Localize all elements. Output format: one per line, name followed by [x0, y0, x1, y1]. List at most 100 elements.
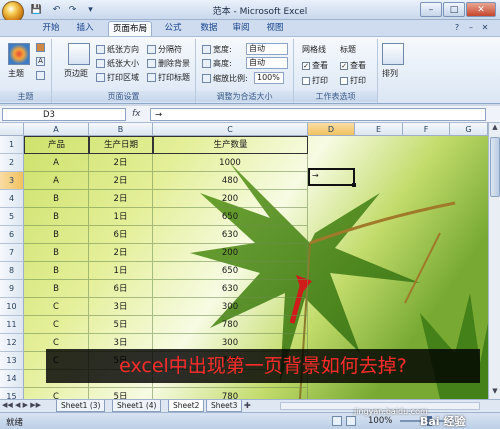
table-cell[interactable]: B: [24, 280, 89, 298]
scroll-down-icon[interactable]: ▼: [490, 387, 500, 397]
table-cell[interactable]: 3日: [89, 298, 153, 316]
table-cell[interactable]: C: [24, 388, 89, 399]
table-cell[interactable]: 200: [153, 190, 308, 208]
sheet-tab-3[interactable]: Sheet2: [168, 400, 205, 412]
fonts-icon[interactable]: A: [36, 57, 45, 66]
margins-icon[interactable]: [68, 43, 90, 65]
sheet-tab-1[interactable]: Sheet1 (3): [56, 400, 106, 412]
gridlines-print-checkbox[interactable]: 打印: [302, 74, 328, 87]
row-header-7[interactable]: 7: [0, 244, 24, 262]
height-select[interactable]: 自动: [246, 57, 288, 69]
scale-input[interactable]: 100%: [254, 72, 284, 84]
name-box[interactable]: D3: [2, 108, 126, 121]
normal-view-icon[interactable]: [332, 416, 342, 426]
table-cell[interactable]: B: [24, 208, 89, 226]
column-header-f[interactable]: F: [403, 123, 450, 136]
row-header-15[interactable]: 15: [0, 388, 24, 399]
undo-icon[interactable]: ↶: [50, 4, 63, 16]
column-header-d[interactable]: D: [308, 123, 355, 136]
table-cell[interactable]: 630: [153, 280, 308, 298]
arrange-icon[interactable]: [382, 43, 404, 65]
row-header-10[interactable]: 10: [0, 298, 24, 316]
close-button[interactable]: ✕: [466, 2, 496, 17]
new-sheet-icon[interactable]: ✚: [244, 401, 256, 411]
scroll-up-icon[interactable]: ▲: [490, 123, 500, 133]
row-header-4[interactable]: 4: [0, 190, 24, 208]
table-cell[interactable]: 300: [153, 298, 308, 316]
vertical-scrollbar[interactable]: ▲ ▼: [488, 123, 500, 399]
headings-print-checkbox[interactable]: 打印: [340, 74, 366, 87]
table-cell[interactable]: 1日: [89, 262, 153, 280]
headings-view-checkbox[interactable]: ✓ 查看: [340, 59, 366, 72]
row-header-13[interactable]: 13: [0, 352, 24, 370]
table-cell[interactable]: 630: [153, 226, 308, 244]
width-select[interactable]: 自动: [246, 43, 288, 55]
table-cell[interactable]: C: [24, 316, 89, 334]
page-layout-view-icon[interactable]: [346, 416, 356, 426]
tab-view[interactable]: 视图: [262, 21, 288, 36]
delete-background-button[interactable]: 删除背景: [147, 57, 190, 70]
row-header-3[interactable]: 3: [0, 172, 24, 190]
table-cell[interactable]: B: [24, 226, 89, 244]
orientation-button[interactable]: 纸张方向: [96, 43, 139, 56]
table-cell[interactable]: A: [24, 154, 89, 172]
table-cell[interactable]: 2日: [89, 190, 153, 208]
themes-button-label[interactable]: 主题: [8, 67, 24, 80]
table-cell[interactable]: 200: [153, 244, 308, 262]
table-cell[interactable]: 5日: [89, 388, 153, 399]
table-cell[interactable]: 2日: [89, 154, 153, 172]
fill-handle[interactable]: [352, 183, 356, 187]
row-header-11[interactable]: 11: [0, 316, 24, 334]
effects-icon[interactable]: [36, 71, 45, 80]
qat-more-icon[interactable]: ▾: [84, 4, 97, 16]
zoom-level[interactable]: 100%: [368, 416, 392, 426]
row-header-6[interactable]: 6: [0, 226, 24, 244]
formula-input[interactable]: →: [150, 108, 486, 121]
table-cell[interactable]: B: [24, 262, 89, 280]
table-cell[interactable]: 650: [153, 262, 308, 280]
row-header-8[interactable]: 8: [0, 262, 24, 280]
help-icon[interactable]: ?: [452, 23, 462, 33]
print-area-button[interactable]: 打印区域: [96, 71, 139, 84]
breaks-button[interactable]: 分隔符: [147, 43, 182, 56]
table-cell[interactable]: 480: [153, 172, 308, 190]
row-header-2[interactable]: 2: [0, 154, 24, 172]
row-header-1[interactable]: 1: [0, 136, 24, 154]
row-header-5[interactable]: 5: [0, 208, 24, 226]
table-cell[interactable]: C: [24, 298, 89, 316]
redo-icon[interactable]: ↷: [66, 4, 79, 16]
table-header-cell[interactable]: 生产数量: [153, 136, 308, 154]
fx-icon[interactable]: fx: [132, 109, 141, 119]
row-header-14[interactable]: 14: [0, 370, 24, 388]
doc-minimize-icon[interactable]: –: [466, 23, 476, 33]
column-header-a[interactable]: A: [24, 123, 89, 136]
table-cell[interactable]: 780: [153, 316, 308, 334]
table-header-cell[interactable]: 生产日期: [89, 136, 153, 154]
table-header-cell[interactable]: 产品: [24, 136, 89, 154]
table-cell[interactable]: 1日: [89, 208, 153, 226]
doc-close-icon[interactable]: ✕: [480, 23, 490, 33]
themes-icon[interactable]: [8, 43, 30, 65]
gridlines-view-checkbox[interactable]: ✓ 查看: [302, 59, 328, 72]
sheet-tab-4[interactable]: Sheet3: [206, 400, 243, 412]
sheet-nav-icons[interactable]: ◀◀ ◀ ▶ ▶▶: [2, 401, 52, 409]
column-header-e[interactable]: E: [355, 123, 403, 136]
margins-button[interactable]: 页边距: [64, 67, 88, 80]
row-header-12[interactable]: 12: [0, 334, 24, 352]
maximize-button[interactable]: □: [443, 2, 465, 17]
colors-icon[interactable]: [36, 43, 45, 52]
table-cell[interactable]: 1000: [153, 154, 308, 172]
column-header-b[interactable]: B: [89, 123, 153, 136]
tab-page-layout[interactable]: 页面布局: [108, 21, 152, 36]
table-cell[interactable]: 6日: [89, 226, 153, 244]
print-titles-button[interactable]: 打印标题: [147, 71, 190, 84]
table-cell[interactable]: B: [24, 190, 89, 208]
minimize-button[interactable]: –: [420, 2, 442, 17]
table-cell[interactable]: B: [24, 244, 89, 262]
tab-insert[interactable]: 插入: [72, 21, 98, 36]
table-cell[interactable]: 780: [153, 388, 308, 399]
tab-home[interactable]: 开始: [38, 21, 64, 36]
column-header-c[interactable]: C: [153, 123, 308, 136]
table-cell[interactable]: 5日: [89, 316, 153, 334]
tab-data[interactable]: 数据: [196, 21, 222, 36]
